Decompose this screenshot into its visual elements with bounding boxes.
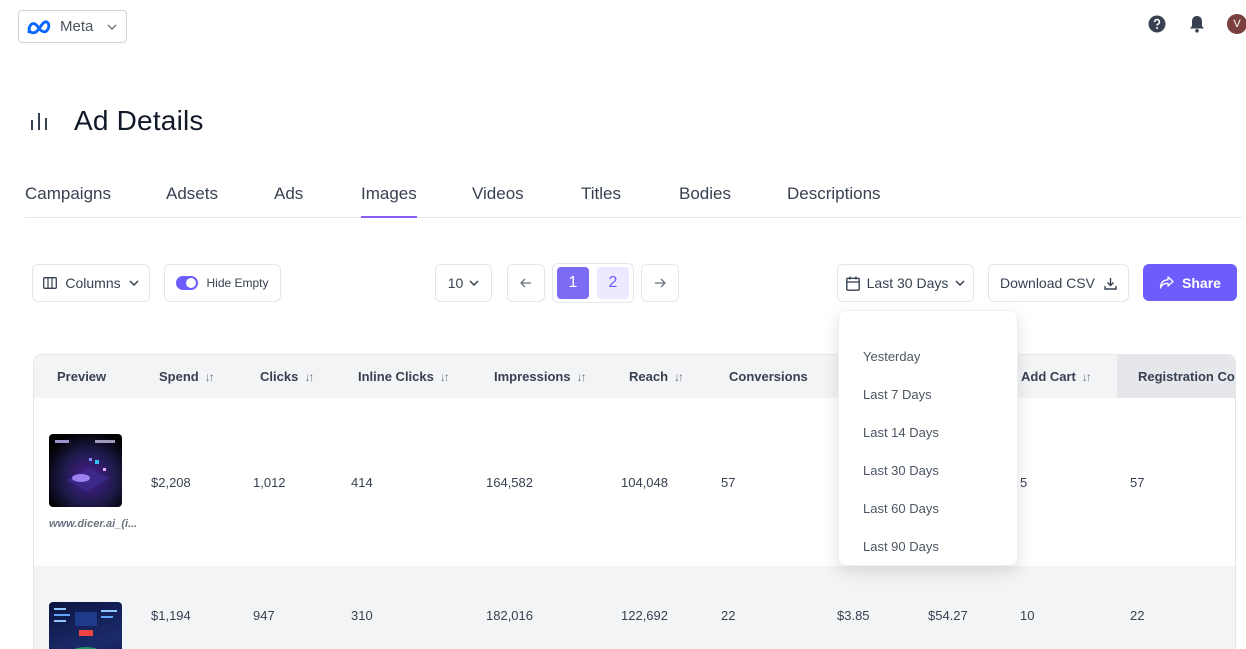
column-header-reach[interactable]: Reach ↓↑ <box>629 355 684 398</box>
tab-bodies[interactable]: Bodies <box>679 184 731 216</box>
bar-chart-icon <box>29 111 49 131</box>
column-header-clicks[interactable]: Clicks ↓↑ <box>260 355 314 398</box>
date-range-dropdown: Yesterday Last 7 Days Last 14 Days Last … <box>838 310 1018 566</box>
spend-cell: $1,194 <box>151 608 191 623</box>
inline-clicks-cell: 414 <box>351 475 373 490</box>
add-cart-cell: 5 <box>1020 475 1028 490</box>
download-csv-label: Download CSV <box>1000 275 1095 291</box>
tab-adsets[interactable]: Adsets <box>166 184 218 216</box>
reach-cell: 104,048 <box>621 475 668 490</box>
hide-empty-toggle[interactable]: Hide Empty <box>164 264 281 302</box>
chevron-down-icon <box>955 280 965 286</box>
column-header-impressions[interactable]: Impressions ↓↑ <box>494 355 587 398</box>
columns-label: Columns <box>65 275 121 291</box>
column-header-inline-clicks[interactable]: Inline Clicks ↓↑ <box>358 355 450 398</box>
sort-icon: ↓↑ <box>439 369 450 384</box>
tab-bar: Campaigns Adsets Ads Images Videos Title… <box>25 172 1242 218</box>
date-option-last-90-days[interactable]: Last 90 Days <box>863 539 939 554</box>
sort-icon: ↓↑ <box>204 369 215 384</box>
calendar-icon <box>845 276 860 291</box>
sort-icon: ↓↑ <box>674 369 684 384</box>
tab-ads[interactable]: Ads <box>274 184 303 216</box>
date-option-last-14-days[interactable]: Last 14 Days <box>863 425 939 440</box>
ads-table: Preview Spend ↓↑ Clicks ↓↑ Inline Clicks ↓↑… <box>33 354 1236 649</box>
tab-descriptions[interactable]: Descriptions <box>787 184 881 216</box>
sort-icon: ↓↑ <box>1081 369 1092 384</box>
cost-cell: $3.85 <box>837 608 870 623</box>
date-option-yesterday[interactable]: Yesterday <box>863 349 920 364</box>
sort-icon: ↓↑ <box>576 369 587 384</box>
date-option-last-60-days[interactable]: Last 60 Days <box>863 501 939 516</box>
share-icon <box>1159 275 1174 290</box>
arrow-left-icon <box>520 278 532 288</box>
page-button-1[interactable]: 1 <box>557 267 589 299</box>
column-header-registration[interactable]: Registration Cor <box>1117 355 1235 398</box>
column-header-conversions[interactable]: Conversions <box>729 355 808 398</box>
column-header-preview: Preview <box>57 369 107 384</box>
impressions-cell: 182,016 <box>486 608 533 623</box>
chevron-down-icon <box>107 24 117 30</box>
meta-logo-icon <box>26 19 54 35</box>
cost-cell: $54.27 <box>928 608 968 623</box>
date-option-last-7-days[interactable]: Last 7 Days <box>863 387 932 402</box>
impressions-cell: 164,582 <box>486 475 533 490</box>
pagination: 1 2 <box>552 263 634 303</box>
arrow-right-icon <box>654 278 666 288</box>
chevron-down-icon <box>469 280 479 286</box>
table-row[interactable]: $1,194 947 310 182,016 122,692 22 $3.85 … <box>34 566 1235 649</box>
ad-image-caption: www.dicer.ai_(i... <box>49 518 138 530</box>
download-csv-button[interactable]: Download CSV <box>988 264 1129 302</box>
conversions-cell: 22 <box>721 608 736 623</box>
share-label: Share <box>1182 274 1221 291</box>
clicks-cell: 1,012 <box>253 475 286 490</box>
clicks-cell: 947 <box>253 608 275 623</box>
tab-videos[interactable]: Videos <box>472 184 524 216</box>
columns-icon <box>43 277 58 289</box>
page-button-2[interactable]: 2 <box>597 267 629 299</box>
hide-empty-label: Hide Empty <box>206 276 269 290</box>
date-option-last-30-days[interactable]: Last 30 Days <box>863 463 939 478</box>
columns-button[interactable]: Columns <box>32 264 150 302</box>
ad-image-thumbnail[interactable] <box>49 434 122 507</box>
toggle-switch[interactable] <box>176 276 199 290</box>
registration-cell: 22 <box>1130 608 1145 623</box>
sort-icon: ↓↑ <box>304 369 314 384</box>
date-range-button[interactable]: Last 30 Days <box>837 264 974 302</box>
brand-selector[interactable]: Meta <box>18 10 127 43</box>
download-icon <box>1104 277 1117 290</box>
chevron-down-icon <box>129 280 139 286</box>
column-header-spend[interactable]: Spend ↓↑ <box>159 355 215 398</box>
column-header-add-cart[interactable]: Add Cart ↓↑ <box>1021 355 1092 398</box>
add-cart-cell: 10 <box>1020 608 1035 623</box>
tab-titles[interactable]: Titles <box>581 184 621 216</box>
help-icon[interactable] <box>1147 14 1167 34</box>
avatar[interactable]: V <box>1227 14 1246 34</box>
page-header: Ad Details <box>29 105 204 137</box>
registration-cell: 57 <box>1130 475 1145 490</box>
page-title: Ad Details <box>74 105 204 136</box>
conversions-cell: 57 <box>721 475 736 490</box>
brand-label: Meta <box>60 18 94 35</box>
next-page-button[interactable] <box>641 264 679 302</box>
tab-images[interactable]: Images <box>361 184 417 218</box>
table-header: Preview Spend ↓↑ Clicks ↓↑ Inline Clicks ↓↑… <box>34 355 1235 398</box>
table-row[interactable]: www.dicer.ai_(i... $2,208 1,012 414 164,… <box>34 398 1235 566</box>
per-page-select[interactable]: 10 <box>435 264 492 302</box>
ad-image-thumbnail[interactable] <box>49 602 122 649</box>
previous-page-button[interactable] <box>507 264 545 302</box>
per-page-value: 10 <box>447 275 464 291</box>
spend-cell: $2,208 <box>151 475 191 490</box>
inline-clicks-cell: 310 <box>351 608 373 623</box>
reach-cell: 122,692 <box>621 608 668 623</box>
tab-campaigns[interactable]: Campaigns <box>25 184 111 216</box>
bell-icon[interactable] <box>1187 14 1207 34</box>
date-range-label: Last 30 Days <box>866 275 949 291</box>
share-button[interactable]: Share <box>1143 264 1237 301</box>
